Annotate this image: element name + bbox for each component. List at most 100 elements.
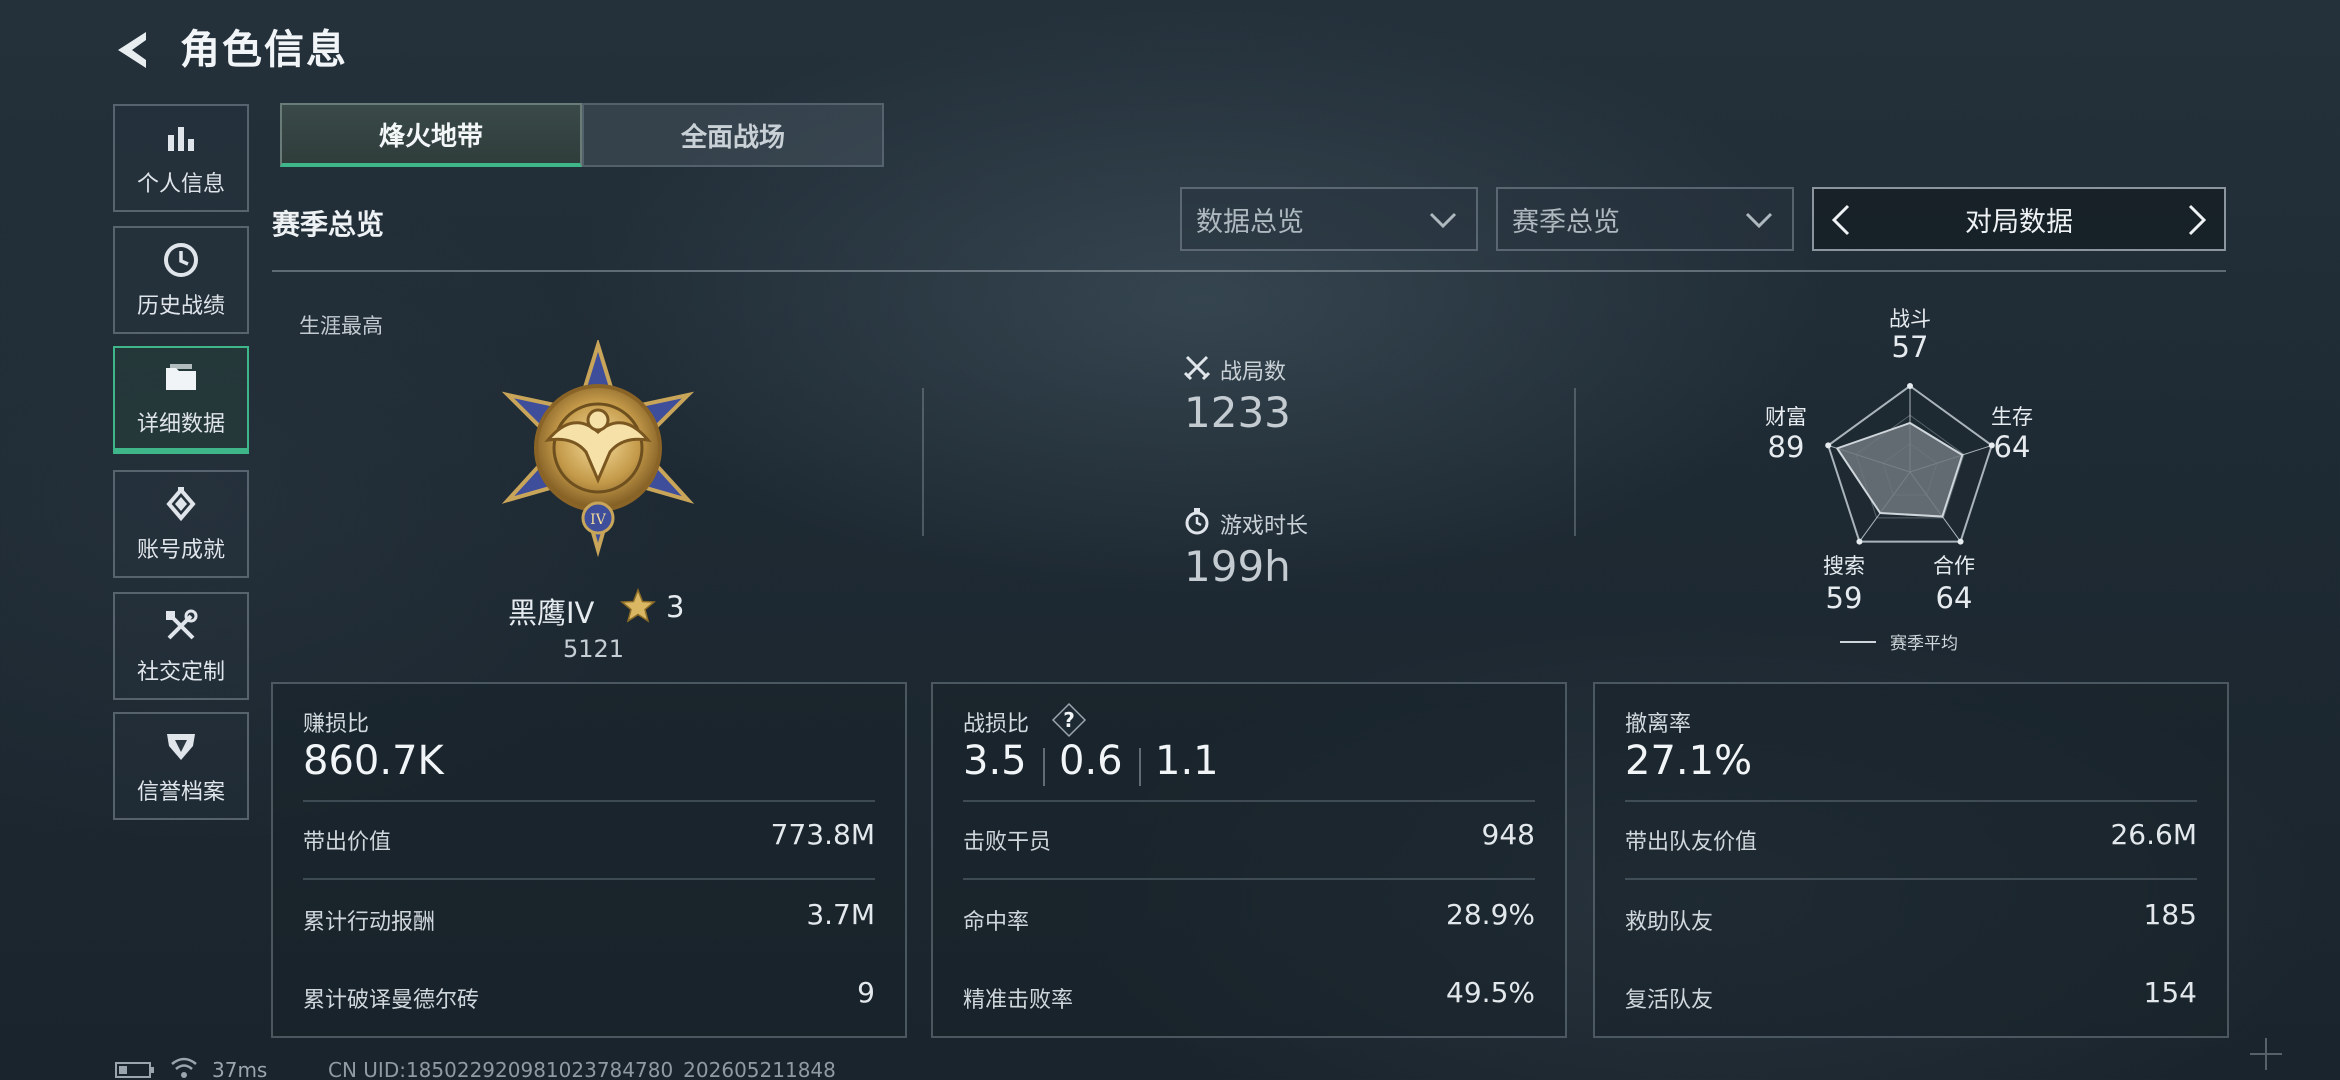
row-label: 命中率 [963, 910, 1030, 935]
kd-ratio-value: 3.5 [963, 738, 1027, 784]
radar-vertex-dot [1907, 383, 1913, 389]
tab-full-battlefield[interactable]: 全面战场 [582, 103, 884, 167]
bar-chart-icon [161, 118, 201, 158]
row-value: 28.9% [1446, 898, 1535, 931]
row-value: 185 [2143, 898, 2197, 931]
dropdown-value: 赛季总览 [1512, 206, 1620, 238]
sidebar-item-details[interactable]: 详细数据 [113, 346, 249, 454]
row-label: 累计行动报酬 [303, 910, 436, 935]
sidebar-item-profile[interactable]: 个人信息 [113, 104, 249, 212]
career-best-label: 生涯最高 [299, 314, 383, 338]
radar-value-survival: 64 [1994, 430, 2031, 464]
dropdown-value: 数据总览 [1196, 206, 1304, 238]
row-label: 精准击败率 [963, 988, 1074, 1013]
radar-value-cooperation: 64 [1936, 581, 1973, 615]
matches-value: 1233 [1184, 388, 1291, 437]
section-title: 赛季总览 [272, 208, 385, 241]
row-label: 救助队友 [1625, 910, 1714, 935]
row-value: 9 [857, 976, 875, 1009]
clock-icon [161, 240, 201, 280]
row-value: 49.5% [1446, 976, 1535, 1009]
sidebar-item-label: 信誉档案 [136, 780, 225, 805]
star-icon [620, 588, 656, 623]
folder-icon [161, 358, 201, 398]
radar-label-survival: 生存 [1991, 405, 2033, 429]
battery-icon [115, 1062, 154, 1078]
sidebar-item-label: 历史战绩 [136, 294, 225, 319]
panel-title: 战损比 [963, 712, 1030, 737]
radar-vertex-dot [1856, 538, 1863, 545]
chevron-left-icon[interactable] [1826, 203, 1860, 237]
chevron-down-icon [1745, 212, 1773, 229]
chevron-right-icon[interactable] [2178, 203, 2212, 237]
sidebar-item-history[interactable]: 历史战绩 [113, 226, 249, 334]
row-label: 复活队友 [1625, 988, 1714, 1013]
playtime-label: 游戏时长 [1220, 514, 1309, 539]
radar-value-wealth: 89 [1768, 430, 1805, 464]
back-arrow-icon [118, 32, 146, 68]
tab-beacon-zone[interactable]: 烽火地带 [280, 103, 582, 167]
row-value: 3.7M [806, 898, 875, 931]
help-icon[interactable]: ? [1051, 702, 1087, 738]
medal-icon [161, 484, 201, 524]
back-button[interactable] [110, 26, 158, 74]
matches-label: 战局数 [1220, 360, 1287, 385]
ability-radar-chart: 战斗 57 生存 64 合作 64 搜索 59 财富 89 赛季平均 [1765, 307, 2033, 654]
radar-label-combat: 战斗 [1889, 307, 1931, 331]
svg-text:?: ? [1063, 708, 1075, 732]
black-hawk-medal-icon: IV [501, 340, 695, 558]
rank-name: 黑鹰IV [508, 596, 595, 630]
radar-value-combat: 57 [1892, 330, 1929, 364]
divider [303, 878, 875, 880]
radar-vertex-dot [1825, 442, 1832, 449]
row-value: 773.8M [770, 818, 875, 851]
divider [922, 388, 924, 536]
sidebar-item-social[interactable]: 社交定制 [113, 592, 249, 700]
divider [1043, 748, 1045, 786]
divider [1625, 878, 2197, 880]
season-overview-dropdown[interactable]: 赛季总览 [1496, 187, 1794, 251]
divider [272, 270, 2226, 272]
sidebar-item-label: 详细数据 [136, 412, 225, 437]
divider [1625, 800, 2197, 802]
row-value: 948 [1481, 818, 1535, 851]
sidebar-item-label: 社交定制 [136, 660, 225, 685]
radar-label-wealth: 财富 [1765, 405, 1807, 429]
rank-points: 5121 [563, 635, 625, 663]
crosshair-icon [2250, 1038, 2282, 1070]
panel-title: 赚损比 [303, 712, 370, 737]
profit-loss-panel: 赚损比 860.7K 带出价值 773.8M 累计行动报酬 3.7M 累计破译曼… [271, 682, 907, 1038]
row-label: 击败干员 [963, 830, 1052, 855]
shield-icon [161, 726, 201, 766]
radar-value-search: 59 [1826, 581, 1863, 615]
playtime-value: 199h [1184, 542, 1291, 591]
kd-ratio-value: 0.6 [1059, 738, 1123, 784]
crossed-swords-icon [1183, 355, 1211, 381]
row-value: 154 [2143, 976, 2197, 1009]
divider [1139, 748, 1141, 786]
sidebar-item-reputation[interactable]: 信誉档案 [113, 712, 249, 820]
stopwatch-icon [1185, 508, 1209, 535]
divider [1574, 388, 1576, 536]
sidebar-item-label: 账号成就 [136, 538, 225, 563]
rank-star-count: 3 [666, 590, 685, 624]
kd-ratio-value: 1.1 [1155, 738, 1219, 784]
radar-label-cooperation: 合作 [1933, 554, 1975, 578]
extraction-rate-panel: 撤离率 27.1% 带出队友价值 26.6M 救助队友 185 复活队友 154 [1593, 682, 2229, 1038]
ping-latency: 37ms [212, 1058, 268, 1080]
match-data-pager: 对局数据 [1812, 187, 2226, 251]
pager-label: 对局数据 [1965, 206, 2073, 238]
sidebar-item-label: 个人信息 [136, 172, 225, 197]
kill-death-panel: 战损比 ? 3.5 0.6 1.1 击败干员 948 命中率 28.9% 精准击… [931, 682, 1567, 1038]
radar-vertex-dot [1957, 538, 1964, 545]
data-overview-dropdown[interactable]: 数据总览 [1180, 187, 1478, 251]
divider [963, 878, 1535, 880]
row-label: 带出价值 [303, 830, 392, 855]
sidebar-item-achievements[interactable]: 账号成就 [113, 470, 249, 578]
divider [963, 800, 1535, 802]
tools-icon [161, 606, 201, 646]
row-value: 26.6M [2110, 818, 2197, 851]
radar-label-search: 搜索 [1823, 554, 1865, 578]
radar-legend: 赛季平均 [1890, 633, 1958, 654]
extraction-rate-value: 27.1% [1625, 738, 1753, 784]
